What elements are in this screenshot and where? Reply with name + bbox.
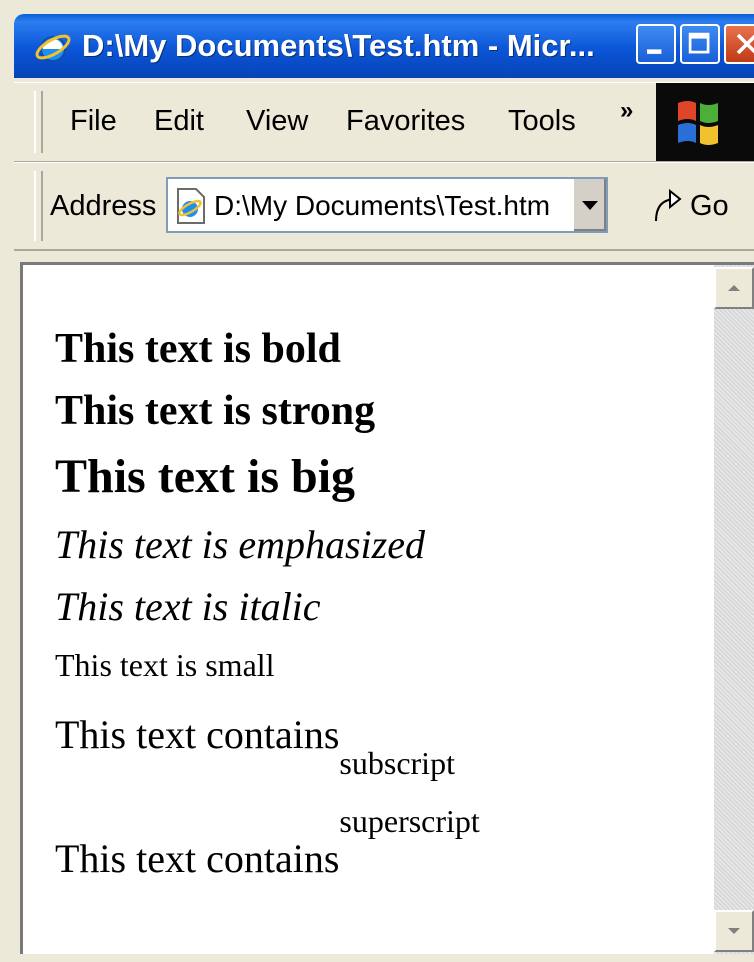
arrow-up-icon	[728, 285, 740, 291]
minimize-icon	[647, 49, 662, 54]
menu-edit[interactable]: Edit	[154, 103, 204, 139]
subscript-prefix: This text contains	[55, 712, 340, 757]
windows-logo	[656, 83, 754, 161]
scroll-up-button[interactable]	[714, 267, 754, 309]
menu-view[interactable]: View	[246, 103, 308, 139]
subscript-line: This text containssubscript	[55, 711, 455, 781]
superscript-prefix: This text contains	[55, 836, 340, 881]
bold-text: This text is bold	[55, 326, 341, 372]
big-text: This text is big	[55, 450, 356, 503]
toolbar-grip[interactable]	[34, 171, 43, 241]
small-text: This text is small	[55, 647, 275, 683]
vertical-scrollbar[interactable]	[714, 265, 754, 954]
address-value: D:\My Documents\Test.htm	[214, 190, 551, 221]
maximize-icon	[688, 32, 710, 54]
address-dropdown-button[interactable]	[572, 179, 606, 231]
arrow-down-icon	[728, 928, 740, 934]
windows-flag-icon	[678, 101, 718, 145]
address-label: Address	[50, 190, 157, 222]
address-input[interactable]: D:\My Documents\Test.htm	[166, 177, 608, 233]
menu-favorites[interactable]: Favorites	[346, 103, 465, 139]
menu-overflow-chevron[interactable]: »	[620, 97, 633, 125]
superscript-text: superscript	[339, 803, 480, 839]
emphasized-text: This text is emphasized	[55, 522, 425, 567]
minimize-button[interactable]	[636, 24, 676, 64]
close-icon	[736, 33, 754, 55]
menu-file[interactable]: File	[70, 103, 117, 139]
go-arrow-icon	[655, 188, 682, 222]
browser-window: D:\My Documents\Test.htm - Micr... File …	[0, 0, 754, 962]
page-viewport[interactable]: This text is bold This text is strong Th…	[20, 262, 754, 954]
page-icon	[177, 188, 205, 224]
menu-tools[interactable]: Tools	[508, 103, 576, 139]
window-title: D:\My Documents\Test.htm - Micr...	[82, 28, 595, 63]
chevron-down-icon	[582, 201, 598, 210]
italic-text: This text is italic	[55, 584, 321, 629]
go-button[interactable]: Go	[648, 181, 744, 229]
address-bar: Address D:\My Documents\Test.htm Go	[14, 162, 754, 251]
strong-text: This text is strong	[55, 388, 376, 434]
menu-bar: File Edit View Favorites Tools »	[14, 82, 754, 162]
title-bar[interactable]: D:\My Documents\Test.htm - Micr...	[14, 14, 754, 78]
ie-icon	[35, 34, 71, 62]
toolbar-grip[interactable]	[34, 91, 43, 153]
scroll-down-button[interactable]	[714, 910, 754, 952]
superscript-line: This text containssuperscript	[55, 803, 480, 882]
close-button[interactable]	[724, 24, 754, 64]
go-label: Go	[690, 190, 729, 222]
maximize-button[interactable]	[680, 24, 720, 64]
subscript-text: subscript	[339, 745, 455, 781]
